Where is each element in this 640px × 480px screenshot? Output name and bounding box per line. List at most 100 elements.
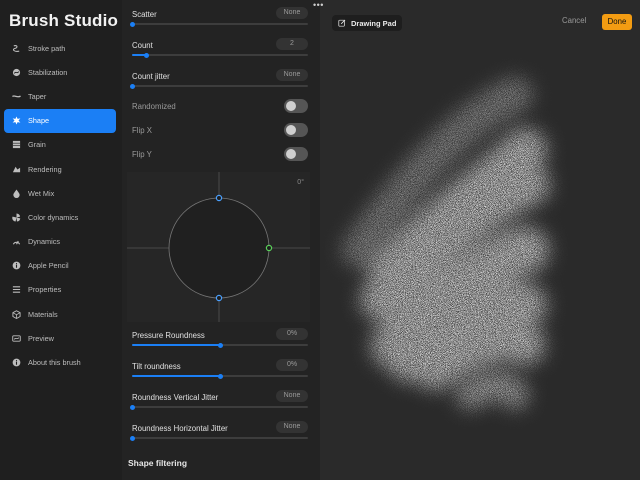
sidebar-item-preview[interactable]: Preview <box>4 326 116 350</box>
sidebar-item-label: Wet Mix <box>28 188 55 198</box>
sidebar-item-label: Dynamics <box>28 237 61 247</box>
brush-stroke-preview <box>342 77 550 409</box>
count-value[interactable]: 2 <box>276 38 308 50</box>
info-icon <box>12 358 21 367</box>
sidebar-item-stabilization[interactable]: Stabilization <box>4 60 116 84</box>
pressure-roundness-setting: Pressure Roundness 0% <box>132 328 308 361</box>
roundness-horizontal-jitter-setting: Roundness Horizontal Jitter None <box>129 421 308 454</box>
sidebar-item-label: Properties <box>28 285 62 295</box>
sidebar-nav: Stroke path Stabilization Taper Shape Gr… <box>4 36 116 375</box>
count-label: Count <box>132 41 153 50</box>
stroke-path-icon <box>12 44 21 53</box>
materials-icon <box>12 309 21 319</box>
top-handle[interactable] <box>215 194 223 202</box>
toggle-knob <box>286 149 296 159</box>
shape-filtering-heading: Shape filtering <box>128 458 188 468</box>
sidebar-item-wet-mix[interactable]: Wet Mix <box>4 181 116 205</box>
sidebar-item-dynamics[interactable]: Dynamics <box>4 230 116 254</box>
sidebar-item-label: Materials <box>28 309 58 319</box>
shape-roundness-editor[interactable]: 0° <box>127 172 310 322</box>
rendering-icon <box>12 165 21 174</box>
scatter-slider[interactable] <box>129 21 308 27</box>
count-jitter-setting: Count jitter None <box>129 69 308 102</box>
sidebar-item-rendering[interactable]: Rendering <box>4 157 116 181</box>
sidebar-item-label: Grain <box>28 140 46 150</box>
roundness-vertical-jitter-setting: Roundness Vertical Jitter None <box>129 390 308 423</box>
slider-knob[interactable] <box>129 404 135 410</box>
bottom-handle[interactable] <box>215 294 223 302</box>
properties-icon <box>12 285 21 294</box>
roundness-vertical-jitter-label: Roundness Vertical Jitter <box>132 393 219 402</box>
randomized-label: Randomized <box>132 102 176 111</box>
done-button[interactable]: Done <box>602 14 632 30</box>
slider-knob[interactable] <box>143 52 149 58</box>
pressure-roundness-slider[interactable] <box>132 342 308 348</box>
sidebar-item-properties[interactable]: Properties <box>4 278 116 302</box>
tilt-roundness-value[interactable]: 0% <box>276 359 308 371</box>
more-options-icon[interactable]: ••• <box>313 0 324 10</box>
roundness-vertical-jitter-value[interactable]: None <box>276 390 308 402</box>
wet-mix-icon <box>12 189 21 198</box>
count-slider[interactable] <box>132 52 308 58</box>
count-jitter-slider[interactable] <box>129 83 308 89</box>
slider-knob[interactable] <box>129 435 135 441</box>
flip-x-setting: Flip X <box>132 123 308 139</box>
roundness-horizontal-jitter-label: Roundness Horizontal Jitter <box>132 424 228 433</box>
sidebar-item-label: Stabilization <box>28 67 68 77</box>
tilt-roundness-setting: Tilt roundness 0% <box>132 359 308 392</box>
slider-knob[interactable] <box>129 83 135 89</box>
slider-knob[interactable] <box>129 21 135 27</box>
scatter-setting: Scatter None <box>129 7 308 40</box>
roundness-vertical-jitter-slider[interactable] <box>129 404 308 410</box>
cancel-button[interactable]: Cancel <box>562 16 586 25</box>
shape-settings-panel: Scatter None Count 2 Count jitter None R… <box>122 0 320 480</box>
slider-fill <box>132 375 220 377</box>
rotation-handle[interactable] <box>265 244 273 252</box>
roundness-graph <box>127 172 310 322</box>
sidebar-item-taper[interactable]: Taper <box>4 84 116 108</box>
apple-pencil-icon <box>12 261 21 270</box>
taper-icon <box>12 92 21 101</box>
count-jitter-value[interactable]: None <box>276 69 308 81</box>
sidebar-item-grain[interactable]: Grain <box>4 133 116 157</box>
dynamics-icon <box>12 237 21 246</box>
flip-y-toggle[interactable] <box>284 147 308 161</box>
count-jitter-label: Count jitter <box>132 72 170 81</box>
sidebar-item-label: Taper <box>28 91 47 101</box>
drawing-pad-label: Drawing Pad <box>351 18 397 28</box>
sidebar-item-label: Stroke path <box>28 43 66 53</box>
flip-y-label: Flip Y <box>132 150 152 159</box>
slider-knob[interactable] <box>217 342 223 348</box>
shape-icon <box>12 116 21 125</box>
sidebar: Brush Studio Stroke path Stabilization T… <box>0 0 122 480</box>
roundness-horizontal-jitter-value[interactable]: None <box>276 421 308 433</box>
flip-x-toggle[interactable] <box>284 123 308 137</box>
sidebar-item-label: Preview <box>28 333 54 343</box>
tilt-roundness-label: Tilt roundness <box>132 362 181 371</box>
grain-icon <box>12 140 21 149</box>
drawing-pad-tab[interactable]: Drawing Pad <box>332 15 403 31</box>
tilt-roundness-slider[interactable] <box>132 373 308 379</box>
sidebar-item-color-dynamics[interactable]: Color dynamics <box>4 205 116 229</box>
flip-y-setting: Flip Y <box>132 147 308 163</box>
sidebar-item-label: Shape <box>28 116 50 126</box>
flip-x-label: Flip X <box>132 126 152 135</box>
pressure-roundness-value[interactable]: 0% <box>276 328 308 340</box>
roundness-horizontal-jitter-slider[interactable] <box>129 435 308 441</box>
sidebar-item-shape[interactable]: Shape <box>4 108 116 133</box>
sidebar-item-stroke-path[interactable]: Stroke path <box>4 36 116 60</box>
scatter-label: Scatter <box>132 10 157 19</box>
randomized-setting: Randomized <box>132 99 308 115</box>
scatter-value[interactable]: None <box>276 7 308 19</box>
randomized-toggle[interactable] <box>284 99 308 113</box>
sidebar-item-label: About this brush <box>28 358 81 368</box>
sidebar-item-apple-pencil[interactable]: Apple Pencil <box>4 254 116 278</box>
sidebar-item-label: Apple Pencil <box>28 261 69 271</box>
slider-fill <box>132 344 220 346</box>
toggle-knob <box>286 125 296 135</box>
slider-knob[interactable] <box>217 373 223 379</box>
sidebar-item-materials[interactable]: Materials <box>4 302 116 326</box>
stabilization-icon <box>12 68 21 77</box>
sidebar-item-about[interactable]: About this brush <box>4 350 116 374</box>
pressure-roundness-label: Pressure Roundness <box>132 331 205 340</box>
